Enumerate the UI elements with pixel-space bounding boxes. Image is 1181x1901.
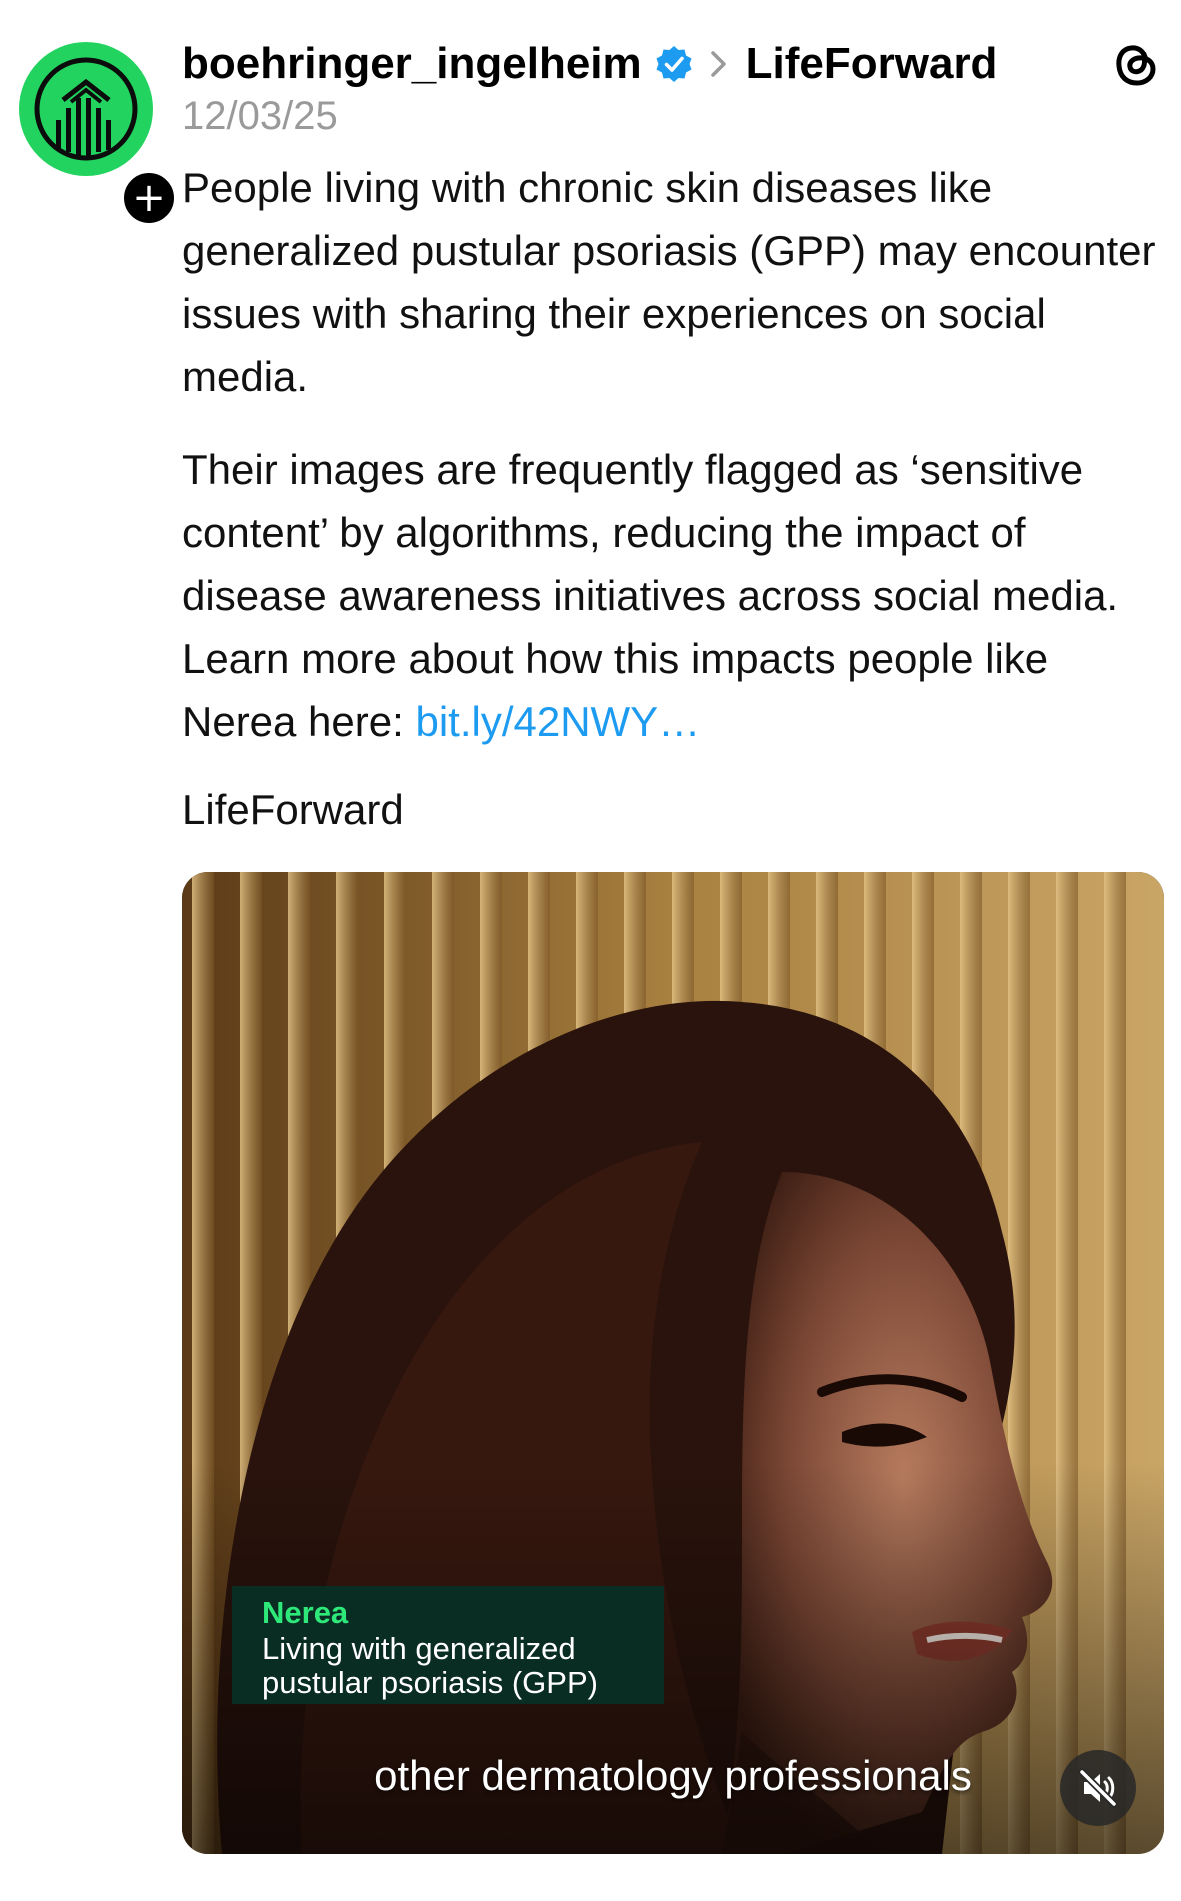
post-link[interactable]: bit.ly/42NWY…: [415, 698, 700, 745]
verified-badge-icon: [656, 46, 692, 82]
speaker-muted-icon: [1078, 1768, 1118, 1808]
threads-icon[interactable]: [1111, 36, 1161, 92]
video-frame: [182, 872, 1164, 1854]
lower-third-name: Nerea: [262, 1595, 349, 1630]
plus-icon: +: [132, 175, 166, 221]
boehringer-logo-icon: [34, 57, 138, 161]
author-username[interactable]: boehringer_ingelheim: [182, 39, 642, 89]
post-header: boehringer_ingelheim LifeForward: [182, 36, 1161, 92]
community-link[interactable]: LifeForward: [746, 39, 998, 89]
author-avatar-container[interactable]: +: [19, 42, 179, 228]
mute-toggle-button[interactable]: [1060, 1750, 1136, 1826]
video-lower-third: Nerea Living with generalized pustular p…: [232, 1586, 664, 1704]
topic-tag[interactable]: LifeForward: [182, 782, 404, 838]
post-text-paragraph-2: Their images are frequently flagged as ‘…: [182, 438, 1172, 753]
chevron-right-icon: [710, 51, 726, 77]
video-player[interactable]: Nerea Living with generalized pustular p…: [182, 872, 1164, 1854]
post-text-paragraph-1: People living with chronic skin diseases…: [182, 164, 1156, 400]
avatar[interactable]: [19, 42, 153, 176]
threads-post: + boehringer_ingelheim LifeForward 12/03…: [0, 0, 1181, 1901]
lower-third-description: Living with generalized pustular psorias…: [262, 1631, 598, 1700]
post-date: 12/03/25: [182, 94, 338, 138]
video-subtitle: other dermatology professionals: [374, 1752, 972, 1799]
follow-button[interactable]: +: [119, 168, 179, 228]
